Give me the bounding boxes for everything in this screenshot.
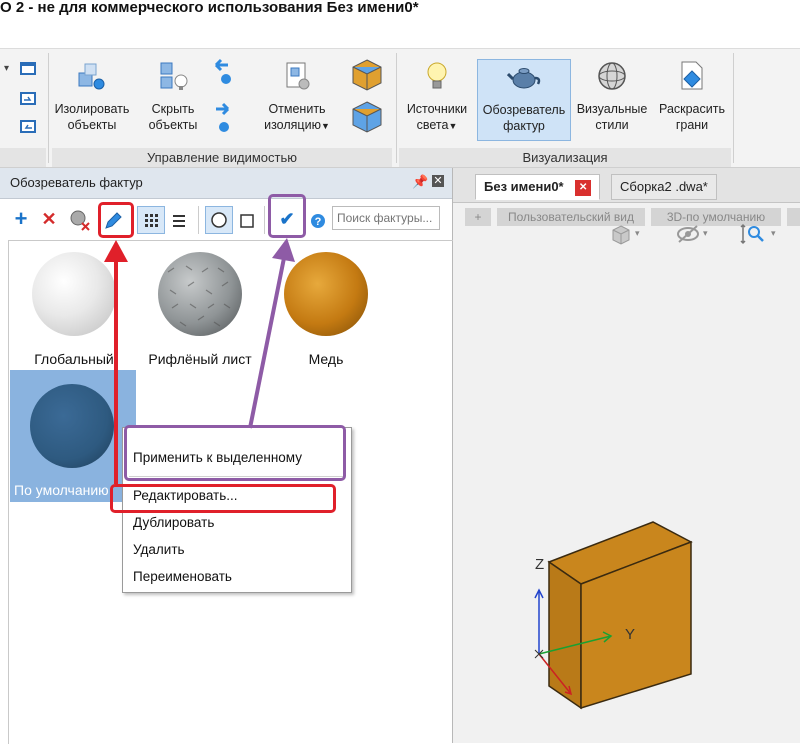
- add-material-icon[interactable]: +: [8, 204, 34, 234]
- ribbon-panel-footer: [0, 148, 46, 167]
- drawing-viewport[interactable]: Без имени0* ✕ Сборка2 .dwa* + Пользовате…: [453, 168, 800, 743]
- hide-objects-button[interactable]: Скрыть объекты: [138, 59, 208, 133]
- light-sources-button[interactable]: Источники света▼: [399, 59, 475, 134]
- hide-objects-label1: Скрыть: [151, 102, 195, 116]
- isolate-objects-label2: объекты: [67, 118, 117, 132]
- cube-3d-model[interactable]: [513, 508, 713, 748]
- menu-item-duplicate[interactable]: Дублировать: [133, 515, 214, 530]
- pin-icon[interactable]: 📌: [412, 174, 428, 190]
- light-sources-label2-row: света▼: [399, 117, 475, 134]
- light-sources-label1: Источники: [406, 102, 468, 116]
- close-icon[interactable]: ✕: [432, 175, 444, 187]
- grid-view-icon[interactable]: [137, 206, 165, 234]
- window-icon[interactable]: [18, 59, 38, 77]
- axis-label-z: Z: [535, 556, 545, 573]
- ribbon-separator: [396, 53, 397, 163]
- doc-tab-untitled-label: Без имени0*: [484, 179, 564, 194]
- end-isolation-button[interactable]: Отменить изоляцию▼: [252, 59, 342, 134]
- paint-faces-button[interactable]: Раскрасить грани: [653, 59, 731, 133]
- undo-view-icon[interactable]: [18, 117, 38, 135]
- svg-text:?: ?: [315, 216, 322, 228]
- doc-tab-untitled[interactable]: Без имени0* ✕: [475, 174, 601, 200]
- ribbon-separator: [48, 53, 49, 163]
- arrow-pair-icon[interactable]: [212, 57, 236, 137]
- view-cube-icon[interactable]: [611, 224, 631, 246]
- ribbon-panel-partial: ▾: [0, 49, 48, 167]
- visibility-eye-icon[interactable]: [675, 224, 701, 244]
- light-bulb-icon: [427, 62, 447, 89]
- close-tab-icon[interactable]: ✕: [575, 179, 592, 196]
- visibility-panel-title: Управление видимостью: [52, 148, 392, 167]
- redo-view-icon[interactable]: [18, 89, 38, 107]
- ribbon-separator: [733, 53, 734, 163]
- viewport-control-partial[interactable]: [787, 208, 800, 226]
- toolbar-separator: [198, 206, 199, 234]
- paint-faces-label1: Раскрасить: [659, 102, 725, 116]
- texture-browser-header: Обозреватель фактур 📌 ✕: [0, 168, 452, 199]
- texture-browser-button[interactable]: Обозреватель фактур: [477, 59, 571, 141]
- cube-view-icons[interactable]: [348, 57, 386, 137]
- dropdown-arrow-icon[interactable]: ▾: [771, 228, 776, 239]
- material-thumbnail-global[interactable]: [32, 252, 116, 336]
- isolate-objects-icon: [78, 63, 105, 90]
- texture-browser-label2: фактур: [503, 119, 545, 133]
- help-icon[interactable]: ?: [309, 212, 327, 230]
- paint-faces-icon: [681, 61, 703, 90]
- material-label-tread-plate[interactable]: Рифлёный лист: [140, 351, 260, 367]
- material-search-input[interactable]: [332, 206, 440, 230]
- texture-browser-label1: Обозреватель: [482, 103, 566, 117]
- viewport-add-control[interactable]: +: [465, 208, 491, 226]
- hide-objects-label2: объекты: [148, 118, 198, 132]
- material-label-global[interactable]: Глобальный: [20, 351, 128, 367]
- ribbon: ▾ Изолировать объекты Скрыть объекты Отм…: [0, 48, 800, 168]
- toolbar-separator: [264, 206, 265, 234]
- menu-item-delete[interactable]: Удалить: [133, 542, 185, 557]
- doc-tab-assembly[interactable]: Сборка2 .dwa*: [611, 174, 717, 200]
- isolate-objects-label1: Изолировать: [54, 102, 130, 116]
- visual-styles-label2: стили: [595, 118, 629, 132]
- texture-browser-title: Обозреватель фактур: [10, 175, 143, 190]
- visualization-panel-title: Визуализация: [399, 148, 731, 167]
- zoom-extents-icon[interactable]: [739, 223, 767, 245]
- window-title: О 2 - не для коммерческого использования…: [0, 0, 419, 16]
- teapot-icon: [506, 68, 541, 89]
- visual-styles-label1: Визуальные: [576, 102, 648, 116]
- annotation-edit-button-highlight: [98, 202, 134, 238]
- dropdown-arrow-icon: ▼: [448, 121, 458, 131]
- list-view-icon[interactable]: [168, 210, 190, 232]
- dropdown-arrow-icon[interactable]: ▾: [635, 228, 640, 239]
- ribbon-panel-visualization: Источники света▼ Обозреватель фактур Виз…: [399, 49, 731, 167]
- end-isolation-label2-row: изоляцию▼: [252, 117, 342, 134]
- dropdown-arrow-icon[interactable]: ▾: [703, 228, 708, 239]
- material-thumbnail-default[interactable]: [30, 384, 114, 468]
- light-sources-label2: света: [416, 118, 449, 132]
- material-thumbnail-tread-plate[interactable]: [158, 252, 242, 336]
- paint-faces-label2: грани: [675, 118, 709, 132]
- cube-preview-icon[interactable]: [236, 210, 258, 232]
- doc-tab-assembly-label: Сборка2 .dwa*: [620, 179, 708, 194]
- annotation-apply-item-highlight: [124, 425, 346, 481]
- material-item-default-selected[interactable]: По умолчанию: [10, 370, 136, 502]
- ribbon-panel-visibility: Изолировать объекты Скрыть объекты Отмен…: [52, 49, 392, 167]
- dropdown-arrow-icon: ▼: [320, 121, 330, 131]
- annotation-apply-button-highlight: [268, 194, 306, 238]
- end-isolation-label2: изоляцию: [264, 118, 321, 132]
- delete-material-icon[interactable]: ✕: [36, 204, 62, 234]
- ribbon-dropdown-arrow[interactable]: ▾: [4, 63, 9, 74]
- isolate-objects-button[interactable]: Изолировать объекты: [52, 59, 132, 133]
- sphere-preview-icon[interactable]: [205, 206, 233, 234]
- end-isolation-icon: [286, 62, 310, 90]
- wire-sphere-icon: [598, 62, 626, 90]
- menu-item-rename[interactable]: Переименовать: [133, 569, 232, 584]
- annotation-edit-item-highlight: [110, 484, 336, 513]
- window-title-bar: О 2 - не для коммерческого использования…: [0, 0, 800, 36]
- purge-material-icon[interactable]: [68, 208, 92, 232]
- visual-styles-button[interactable]: Визуальные стили: [573, 59, 651, 133]
- axis-label-y: Y: [625, 626, 636, 643]
- material-thumbnail-copper[interactable]: [284, 252, 368, 336]
- end-isolation-label1: Отменить: [268, 102, 326, 116]
- material-label-copper[interactable]: Медь: [284, 351, 368, 367]
- hide-objects-icon: [160, 62, 188, 90]
